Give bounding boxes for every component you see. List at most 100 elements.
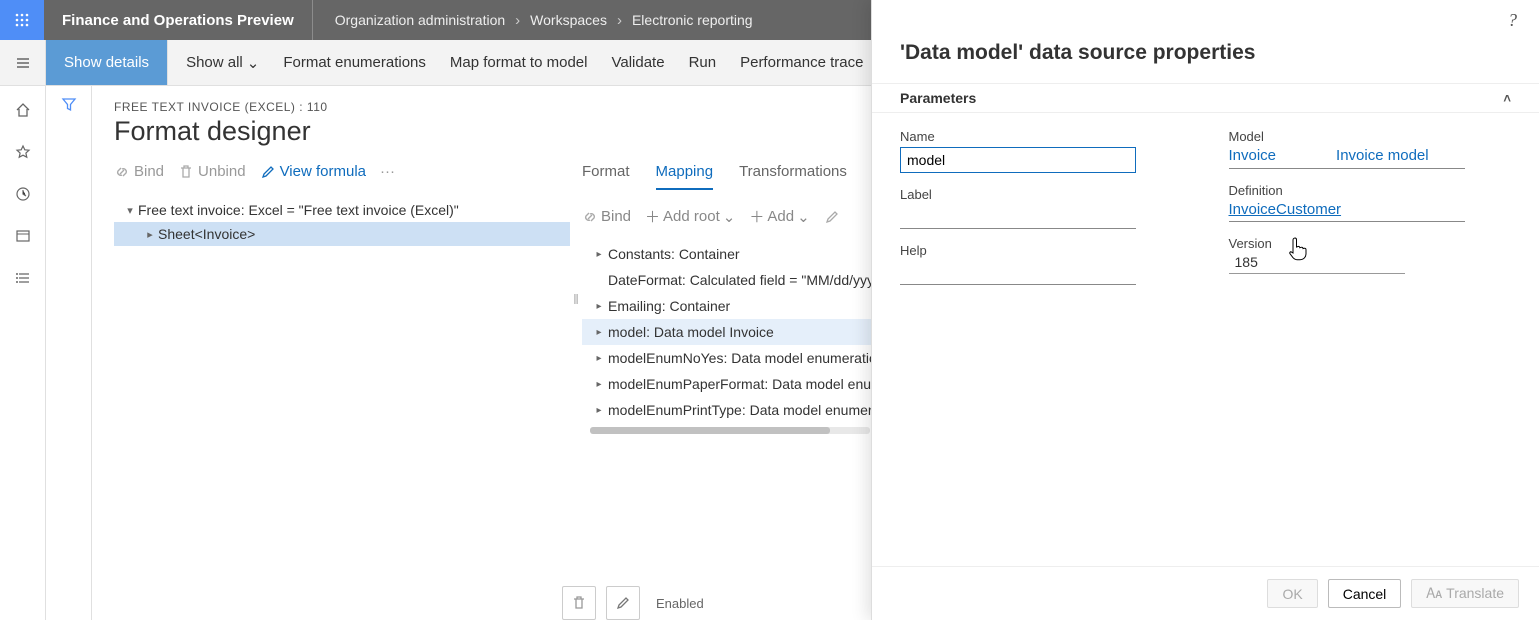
version-label: Version — [1229, 236, 1512, 251]
show-all-label: Show all — [186, 54, 243, 71]
help-button[interactable]: ? — [1508, 10, 1517, 31]
label-label: Label — [900, 187, 1183, 202]
tree-node-label: Constants: Container — [608, 246, 740, 262]
pencil-icon — [615, 595, 631, 611]
hamburger-menu-button[interactable] — [0, 40, 46, 85]
tree-node-label: modelEnumNoYes: Data model enumeration — [608, 350, 885, 366]
more-button[interactable]: ··· — [380, 163, 395, 180]
filter-column — [46, 86, 92, 620]
funnel-icon — [61, 96, 77, 112]
name-label: Name — [900, 129, 1183, 144]
model-name-link[interactable]: Invoice model — [1336, 147, 1429, 164]
format-tree-pane: Bind Unbind View formula ··· — [114, 163, 570, 434]
splitter-handle[interactable] — [570, 163, 582, 434]
format-tree: ▾ Free text invoice: Excel = "Free text … — [114, 198, 570, 246]
validate-button[interactable]: Validate — [611, 54, 664, 71]
star-icon[interactable] — [13, 142, 33, 162]
unbind-button[interactable]: Unbind — [178, 163, 246, 180]
hamburger-icon — [15, 55, 31, 71]
tab-transformations[interactable]: Transformations — [739, 163, 847, 190]
bind-button[interactable]: Bind — [114, 163, 164, 180]
workspace-icon[interactable] — [13, 226, 33, 246]
chevron-down-icon: ⌄ — [797, 208, 810, 226]
plus-icon: ＋ — [749, 206, 764, 227]
expand-icon: ▸ — [142, 228, 158, 241]
format-enumerations-button[interactable]: Format enumerations — [283, 54, 426, 71]
breadcrumb: Organization administration › Workspaces… — [313, 12, 775, 29]
breadcrumb-item[interactable]: Electronic reporting — [628, 12, 757, 28]
show-details-button[interactable]: Show details — [46, 40, 168, 85]
horizontal-scrollbar[interactable] — [590, 427, 870, 434]
tree-node-label: Sheet<Invoice> — [158, 226, 255, 242]
help-label: Help — [900, 243, 1183, 258]
add-root-button[interactable]: ＋ Add root ⌄ — [645, 206, 735, 227]
ellipsis-icon: ··· — [380, 163, 395, 180]
tree-node-label: model: Data model Invoice — [608, 324, 774, 340]
name-input[interactable] — [900, 147, 1136, 173]
edit-button[interactable] — [824, 209, 840, 225]
run-button[interactable]: Run — [689, 54, 717, 71]
model-value-link[interactable]: Invoice — [1229, 147, 1277, 164]
parameters-grid: Name Label Help Model Invoice Invoice mo… — [872, 113, 1539, 301]
expand-icon: ▸ — [590, 301, 608, 312]
app-launcher-button[interactable] — [0, 0, 44, 40]
model-label: Model — [1229, 129, 1512, 144]
format-toolbar: Bind Unbind View formula ··· — [114, 163, 570, 188]
filter-button[interactable] — [61, 96, 77, 620]
tree-node-label: DateFormat: Calculated field = "MM/dd/yy… — [608, 272, 886, 288]
view-formula-button[interactable]: View formula — [260, 163, 366, 180]
label-input[interactable] — [900, 205, 1136, 229]
enabled-label: Enabled — [656, 596, 704, 611]
version-value: 185 — [1229, 254, 1405, 274]
help-input[interactable] — [900, 261, 1136, 285]
link-icon — [114, 164, 130, 180]
cancel-button[interactable]: Cancel — [1328, 579, 1402, 608]
expand-icon: ▸ — [590, 327, 608, 338]
app-title: Finance and Operations Preview — [44, 0, 313, 40]
chevron-right-icon: › — [509, 12, 526, 29]
add-button[interactable]: ＋ Add ⌄ — [749, 206, 809, 227]
tab-mapping[interactable]: Mapping — [656, 163, 714, 190]
chevron-down-icon: ⌄ — [247, 54, 260, 72]
panel-title: 'Data model' data source properties — [872, 31, 1539, 83]
link-icon — [582, 209, 598, 225]
trash-icon — [178, 164, 194, 180]
tree-node-label: modelEnumPrintType: Data model enumerati… — [608, 402, 903, 418]
expand-icon: ▸ — [590, 379, 608, 390]
translate-button[interactable]: 🗛Translate — [1411, 579, 1519, 608]
tree-node-label: Emailing: Container — [608, 298, 730, 314]
bind-button[interactable]: Bind — [582, 208, 631, 225]
plus-icon: ＋ — [645, 206, 660, 227]
trash-icon — [571, 595, 587, 611]
expand-icon: ▸ — [590, 353, 608, 364]
pencil-icon — [824, 209, 840, 225]
parameters-section-header[interactable]: Parameters ˄ — [872, 83, 1539, 113]
performance-trace-button[interactable]: Performance trace — [740, 54, 863, 71]
tree-child-node[interactable]: ▸ Sheet<Invoice> — [114, 222, 570, 246]
navigation-rail — [0, 86, 46, 620]
collapse-icon: ▾ — [122, 204, 138, 217]
chevron-right-icon: › — [611, 12, 628, 29]
edit-button[interactable] — [606, 586, 640, 620]
definition-link[interactable]: InvoiceCustomer — [1229, 201, 1342, 218]
expand-icon: ▸ — [590, 405, 608, 416]
chevron-up-icon: ˄ — [1503, 91, 1511, 106]
clock-icon[interactable] — [13, 184, 33, 204]
breadcrumb-item[interactable]: Workspaces — [526, 12, 611, 28]
tab-format[interactable]: Format — [582, 163, 630, 190]
delete-button[interactable] — [562, 586, 596, 620]
waffle-icon — [14, 12, 30, 28]
tree-root-node[interactable]: ▾ Free text invoice: Excel = "Free text … — [114, 198, 570, 222]
list-icon[interactable] — [13, 268, 33, 288]
properties-panel: ? 'Data model' data source properties Pa… — [871, 0, 1539, 620]
ok-button[interactable]: OK — [1267, 579, 1317, 608]
expand-icon: ▸ — [590, 249, 608, 260]
breadcrumb-item[interactable]: Organization administration — [331, 12, 509, 28]
translate-icon: 🗛 — [1426, 585, 1442, 601]
map-format-to-model-button[interactable]: Map format to model — [450, 54, 588, 71]
home-icon[interactable] — [13, 100, 33, 120]
show-all-button[interactable]: Show all ⌄ — [186, 54, 259, 72]
panel-footer: OK Cancel 🗛Translate — [872, 566, 1539, 620]
definition-label: Definition — [1229, 183, 1512, 198]
pencil-icon — [260, 164, 276, 180]
